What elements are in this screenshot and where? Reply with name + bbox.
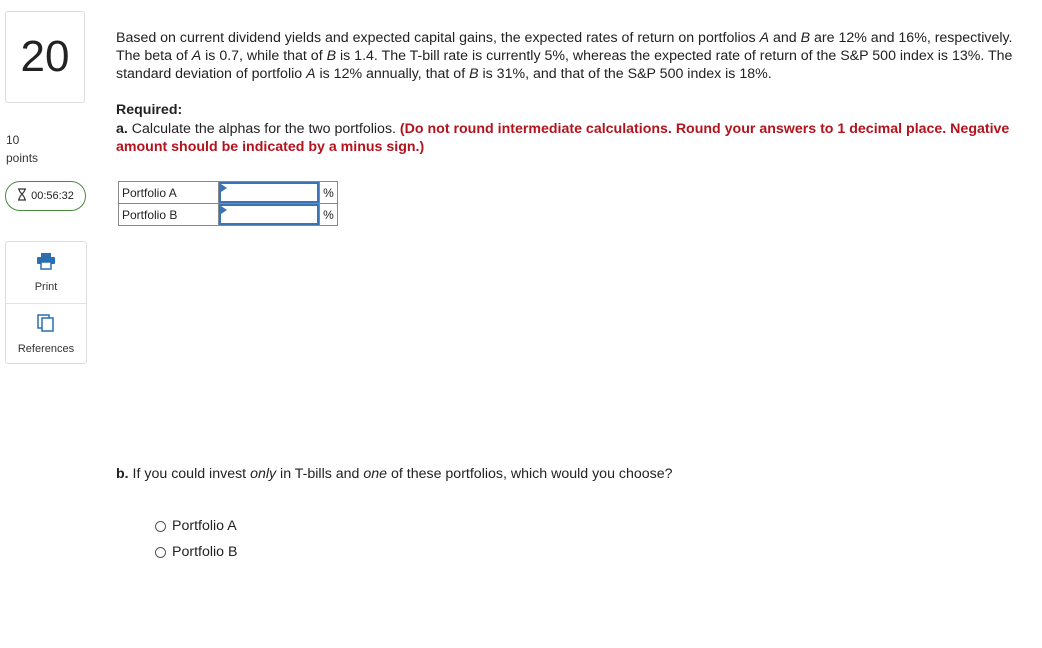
radio-option-portfolio-b[interactable]: Portfolio B <box>155 544 237 560</box>
answer-cell <box>218 203 320 226</box>
references-icon <box>37 314 55 337</box>
answer-cell <box>218 181 320 204</box>
input-flag-icon <box>221 184 227 192</box>
print-button[interactable]: Print <box>6 242 86 303</box>
question-text-part: Based on current dividend yields and exp… <box>116 30 760 46</box>
question-number-box: 20 <box>5 11 85 103</box>
question-text-part: is 31%, and that of the S&P 500 index is… <box>478 66 772 82</box>
variable-a: A <box>306 66 316 82</box>
timer-value: 00:56:32 <box>31 190 74 202</box>
portfolio-a-alpha-input[interactable] <box>219 182 319 203</box>
print-label: Print <box>34 281 58 293</box>
required-heading: Required: <box>116 102 183 118</box>
unit-label: % <box>319 203 338 226</box>
input-flag-icon <box>221 206 227 214</box>
portfolio-b-alpha-input[interactable] <box>219 204 319 225</box>
radio-button[interactable] <box>155 546 166 558</box>
variable-a: A <box>759 30 770 46</box>
tools-panel: Print References <box>5 241 87 364</box>
variable-b: B <box>469 66 479 82</box>
row-label-portfolio-b: Portfolio B <box>118 203 219 226</box>
printer-icon <box>36 252 56 275</box>
answer-table: Portfolio A % Portfolio B % <box>118 181 338 226</box>
row-label-portfolio-a: Portfolio A <box>118 181 219 204</box>
part-b-text: of these portfolios, which would you cho… <box>387 466 673 482</box>
part-b-text: in T-bills and <box>276 466 364 482</box>
radio-label: Portfolio A <box>172 518 237 534</box>
part-a-text: Calculate the alphas for the two portfol… <box>127 121 400 137</box>
timer: 00:56:32 <box>5 181 86 211</box>
references-label: References <box>17 343 75 355</box>
unit-label: % <box>319 181 338 204</box>
question-text-part: is 0.7, while that of <box>201 48 327 64</box>
radio-label: Portfolio B <box>172 544 238 560</box>
question-text-part: and <box>769 30 801 46</box>
references-button[interactable]: References <box>6 303 86 365</box>
part-b-emphasis: only <box>250 466 277 482</box>
table-row: Portfolio B % <box>118 203 338 226</box>
variable-b: B <box>800 30 811 46</box>
radio-button[interactable] <box>155 520 166 532</box>
part-b-prefix: b. <box>116 466 129 482</box>
points-label: points <box>6 151 39 165</box>
radio-option-portfolio-a[interactable]: Portfolio A <box>155 518 237 534</box>
part-b-prompt: b. If you could invest only in T-bills a… <box>116 466 673 482</box>
question-text-part: is 12% annually, that of <box>315 66 470 82</box>
hourglass-icon <box>17 188 27 204</box>
part-a-prefix: a. <box>116 121 128 137</box>
points-value: 10 <box>6 133 20 147</box>
variable-a: A <box>191 48 202 64</box>
part-b-emphasis: one <box>363 466 388 482</box>
question-text: Based on current dividend yields and exp… <box>116 29 1036 83</box>
question-number: 20 <box>20 32 70 81</box>
part-a-prompt: a. Calculate the alphas for the two port… <box>116 120 1036 156</box>
variable-b: B <box>326 48 337 64</box>
table-row: Portfolio A % <box>118 181 338 204</box>
part-b-text: If you could invest <box>128 466 251 482</box>
